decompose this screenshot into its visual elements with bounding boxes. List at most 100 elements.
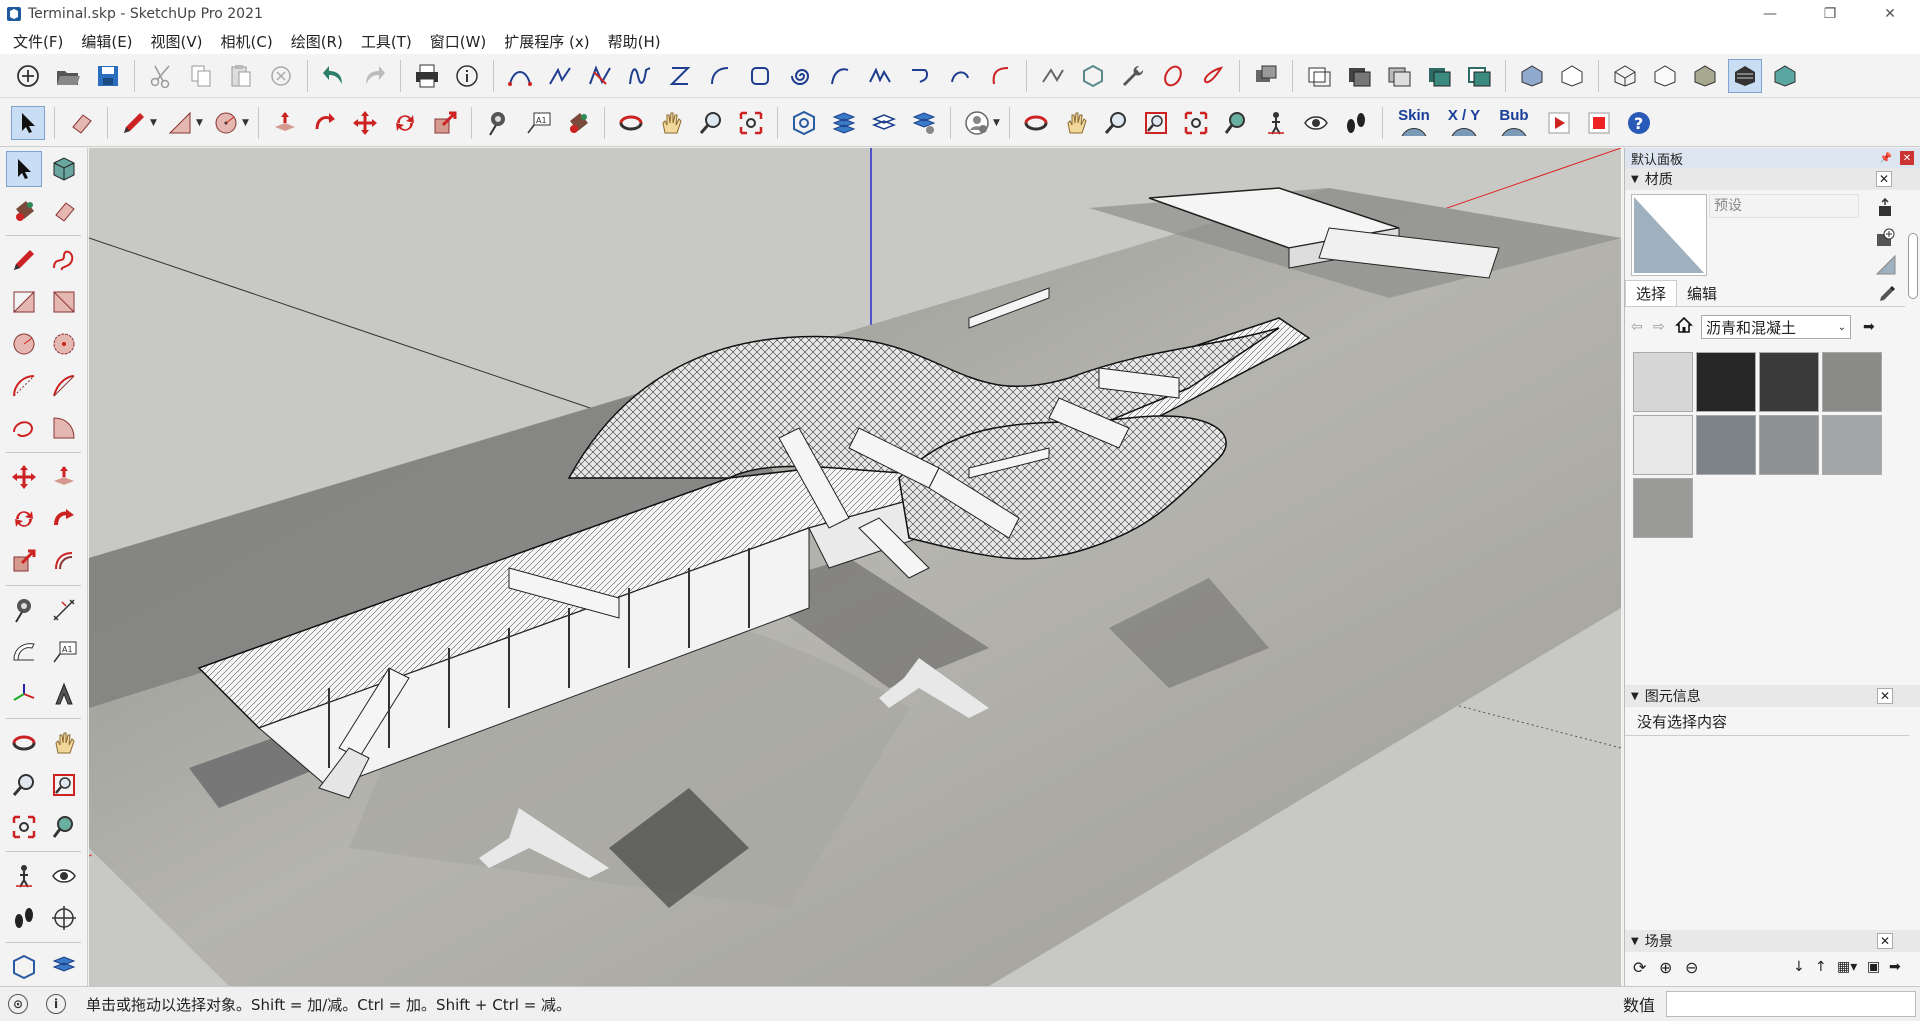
left-eraser-button[interactable] xyxy=(46,193,82,229)
print-button[interactable] xyxy=(410,59,444,93)
group-tool-4[interactable] xyxy=(1382,59,1416,93)
left-line-button[interactable] xyxy=(6,242,42,278)
group-tool-5[interactable] xyxy=(1422,59,1456,93)
tab-edit[interactable]: 编辑 xyxy=(1677,281,1727,306)
section-plane-button[interactable] xyxy=(787,106,821,140)
pan-tool-2-button[interactable] xyxy=(1059,106,1093,140)
entity-info-close-button[interactable]: ✕ xyxy=(1877,688,1893,704)
left-zoom-extents-button[interactable] xyxy=(6,809,42,845)
shape-dropdown[interactable]: ▼ xyxy=(196,106,206,140)
style-wireframe-button[interactable] xyxy=(1608,59,1642,93)
skin-plugin-button[interactable]: Skin xyxy=(1392,106,1436,140)
section-display-button[interactable] xyxy=(907,106,941,140)
maximize-button[interactable]: ❐ xyxy=(1800,0,1860,28)
tab-select[interactable]: 选择 xyxy=(1625,280,1678,306)
menu-edit[interactable]: 编辑(E) xyxy=(72,31,141,52)
left-dimension-button[interactable] xyxy=(46,592,82,628)
pin-icon[interactable]: 📌 xyxy=(1880,153,1892,164)
spline-tool-button[interactable] xyxy=(623,59,657,93)
curve-tool-button[interactable] xyxy=(823,59,857,93)
add-scene-icon[interactable]: ⊕ xyxy=(1659,958,1685,977)
rotate-tool-button[interactable] xyxy=(388,106,422,140)
move-tool-button[interactable] xyxy=(348,106,382,140)
minimize-button[interactable]: — xyxy=(1740,0,1800,28)
view-options-icon[interactable]: ▦▾ xyxy=(1837,959,1867,975)
account-button[interactable] xyxy=(960,106,994,140)
section-fill-button[interactable] xyxy=(827,106,861,140)
style-backedge-button[interactable] xyxy=(1555,59,1589,93)
cut-button[interactable] xyxy=(144,59,178,93)
scenes-panel-header[interactable]: ▼ 场景 ✕ xyxy=(1625,930,1920,952)
left-rotate-button[interactable] xyxy=(6,501,42,537)
left-rotated-rect-button[interactable] xyxy=(46,284,82,320)
left-component-button[interactable] xyxy=(46,151,82,187)
bub-plugin-button[interactable]: Bub xyxy=(1492,106,1536,140)
polyline-tool-button[interactable] xyxy=(543,59,577,93)
zoom-window-button[interactable] xyxy=(1139,106,1173,140)
left-move-button[interactable] xyxy=(6,459,42,495)
menu-file[interactable]: 文件(F) xyxy=(4,31,72,52)
undo-button[interactable] xyxy=(317,59,351,93)
style-xray-button[interactable] xyxy=(1515,59,1549,93)
left-position-camera-button[interactable] xyxy=(6,858,42,894)
redo-button[interactable] xyxy=(357,59,391,93)
scale-tool-button[interactable] xyxy=(428,106,462,140)
freehand-spline-button[interactable] xyxy=(583,59,617,93)
move-up-icon[interactable]: ↑ xyxy=(1815,959,1837,975)
scenes-close-button[interactable]: ✕ xyxy=(1877,933,1893,949)
left-zoom-window-button[interactable] xyxy=(46,767,82,803)
material-name-field[interactable]: 预设 xyxy=(1709,194,1859,218)
left-freehand-button[interactable] xyxy=(46,242,82,278)
polygon-button[interactable] xyxy=(1076,59,1110,93)
display-secondary-button[interactable] xyxy=(1875,197,1895,218)
line-tool-button[interactable] xyxy=(117,106,151,140)
menu-tools[interactable]: 工具(T) xyxy=(352,31,421,52)
left-select-button[interactable] xyxy=(6,151,42,187)
scene-details-arrow-icon[interactable]: ➡ xyxy=(1889,959,1909,975)
teardrop-button[interactable] xyxy=(1196,59,1230,93)
remove-scene-icon[interactable]: ⊖ xyxy=(1685,958,1711,977)
look-around-button[interactable] xyxy=(1299,106,1333,140)
open-file-button[interactable] xyxy=(51,59,85,93)
menu-camera[interactable]: 相机(C) xyxy=(212,31,282,52)
menu-help[interactable]: 帮助(H) xyxy=(599,31,670,52)
left-scale-button[interactable] xyxy=(6,543,42,579)
left-pushpull-button[interactable] xyxy=(46,459,82,495)
style-shaded-button[interactable] xyxy=(1688,59,1722,93)
eraser-tool-button[interactable] xyxy=(64,106,98,140)
left-paint-button[interactable] xyxy=(6,193,42,229)
material-preview[interactable] xyxy=(1631,194,1707,276)
text-tool-button[interactable]: A1 xyxy=(521,106,555,140)
move-down-icon[interactable]: ↓ xyxy=(1793,959,1815,975)
wrench-tool-button[interactable] xyxy=(1116,59,1150,93)
materials-panel-header[interactable]: ▼ 材质 ✕ xyxy=(1625,168,1920,190)
home-icon[interactable] xyxy=(1675,316,1697,338)
left-followme-button[interactable] xyxy=(46,501,82,537)
fredo-line-button[interactable] xyxy=(1036,59,1070,93)
left-pan-button[interactable] xyxy=(46,725,82,761)
materials-close-button[interactable]: ✕ xyxy=(1876,171,1892,187)
left-section-cut-button[interactable] xyxy=(46,949,82,985)
orbit-tool-button[interactable] xyxy=(614,106,648,140)
left-3dtext-button[interactable] xyxy=(46,676,82,712)
hook-curve-button[interactable] xyxy=(903,59,937,93)
create-material-button[interactable] xyxy=(1875,228,1895,248)
zoom-extents-button[interactable] xyxy=(734,106,768,140)
left-walk-button[interactable] xyxy=(6,900,42,936)
info-icon[interactable]: i xyxy=(46,994,66,1014)
push-pull-button[interactable] xyxy=(268,106,302,140)
help-plugin-button[interactable]: ? xyxy=(1622,106,1656,140)
follow-me-button[interactable] xyxy=(308,106,342,140)
style-hiddenline-button[interactable] xyxy=(1648,59,1682,93)
left-pie-button[interactable] xyxy=(46,410,82,446)
material-swatch[interactable] xyxy=(1696,415,1756,475)
menu-view[interactable]: 视图(V) xyxy=(142,31,212,52)
arc-dropdown[interactable]: ▼ xyxy=(242,106,252,140)
left-axes-button[interactable] xyxy=(6,676,42,712)
group-tool-6[interactable] xyxy=(1462,59,1496,93)
account-dropdown[interactable]: ▼ xyxy=(993,106,1003,140)
cubic-bezier-button[interactable] xyxy=(663,59,697,93)
left-circle-button[interactable] xyxy=(6,326,42,362)
left-section-fill-button[interactable] xyxy=(6,949,42,985)
left-look-around-button[interactable] xyxy=(46,858,82,894)
